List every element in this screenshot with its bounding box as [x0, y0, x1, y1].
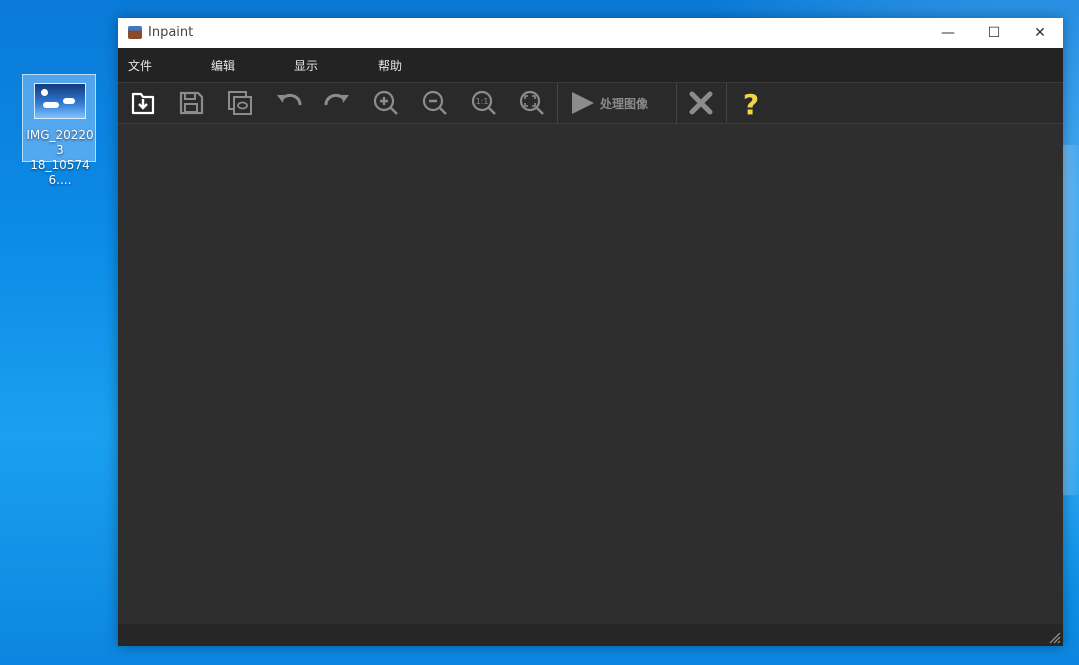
clear-x-icon: [689, 91, 713, 115]
save-icon: [179, 91, 204, 115]
play-icon: [572, 92, 594, 114]
toolbar-separator: [557, 83, 558, 123]
open-file-button[interactable]: [127, 87, 159, 119]
close-button[interactable]: ✕: [1017, 18, 1063, 48]
image-thumbnail-icon: [34, 83, 86, 119]
open-file-icon: [131, 92, 155, 115]
zoom-fit-button[interactable]: [516, 87, 548, 119]
zoom-actual-size-button[interactable]: 1:1: [468, 87, 500, 119]
help-button[interactable]: ?: [735, 87, 767, 121]
menu-edit[interactable]: 编辑: [211, 57, 235, 74]
maximize-button[interactable]: ☐: [971, 18, 1017, 48]
save-as-icon: [228, 91, 252, 115]
status-bar: [118, 624, 1063, 646]
menu-file[interactable]: 文件: [128, 57, 152, 74]
inpaint-window: Inpaint — ☐ ✕ 文件 编辑 显示 帮助 1:1 处理图像 ?: [118, 18, 1063, 646]
redo-button[interactable]: [321, 87, 353, 119]
toolbar-separator: [726, 83, 727, 123]
title-bar[interactable]: Inpaint — ☐ ✕: [118, 18, 1063, 48]
save-as-button[interactable]: [224, 87, 256, 119]
desktop-file-icon[interactable]: IMG_202203 18_105746....: [22, 74, 96, 187]
undo-icon: [277, 93, 302, 106]
svg-text:1:1: 1:1: [476, 97, 489, 106]
menu-view[interactable]: 显示: [294, 57, 318, 74]
help-question-icon: ?: [743, 88, 759, 121]
minimize-button[interactable]: —: [925, 18, 971, 48]
toolbar-separator: [676, 83, 677, 123]
undo-button[interactable]: [273, 87, 305, 119]
app-icon: [128, 26, 142, 39]
save-button[interactable]: [175, 87, 207, 119]
svg-text:?: ?: [743, 88, 759, 119]
redo-icon: [324, 93, 349, 106]
zoom-fit-icon: [519, 90, 544, 115]
resize-grip-icon[interactable]: [1047, 630, 1061, 644]
window-title: Inpaint: [148, 25, 194, 40]
zoom-actual-size-icon: 1:1: [471, 90, 496, 115]
clear-selection-button[interactable]: [685, 87, 717, 119]
zoom-in-icon: [373, 90, 398, 115]
process-image-label: 处理图像: [600, 97, 649, 111]
zoom-out-icon: [422, 90, 447, 115]
desktop-file-label: IMG_202203 18_105746....: [26, 128, 94, 187]
toolbar: 1:1 处理图像 ?: [118, 83, 1063, 124]
zoom-in-button[interactable]: [370, 87, 402, 119]
image-canvas[interactable]: [118, 124, 1063, 624]
process-image-button[interactable]: 处理图像: [568, 87, 678, 119]
desktop-light-edge: [1063, 145, 1079, 495]
menu-bar: 文件 编辑 显示 帮助: [118, 48, 1063, 83]
menu-help[interactable]: 帮助: [378, 57, 402, 74]
zoom-out-button[interactable]: [419, 87, 451, 119]
